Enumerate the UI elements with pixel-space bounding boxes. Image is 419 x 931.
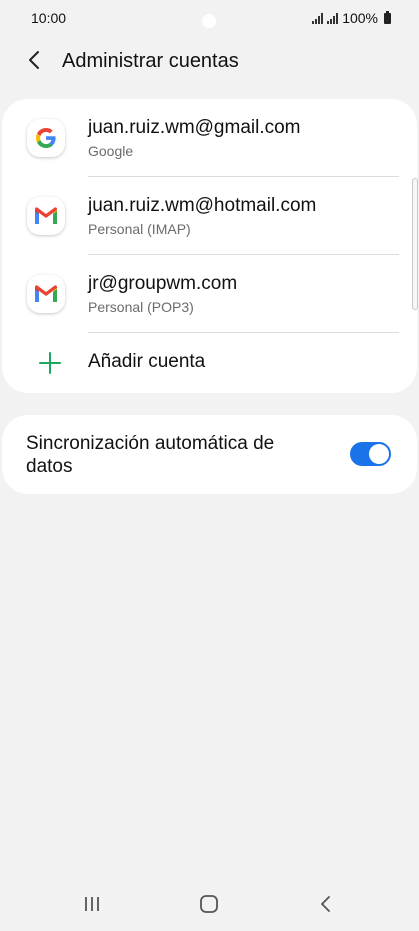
page-title: Administrar cuentas: [62, 50, 239, 72]
home-icon: [200, 895, 218, 913]
auto-sync-toggle[interactable]: [350, 442, 391, 466]
google-icon: [27, 119, 65, 157]
home-button[interactable]: [189, 890, 229, 918]
signal-icon: [327, 12, 339, 24]
account-type: Personal (POP3): [88, 299, 194, 315]
signal-icon: [312, 12, 324, 24]
plus-icon: [39, 352, 61, 374]
account-email: jr@groupwm.com: [88, 273, 238, 294]
account-item-hotmail[interactable]: juan.ruiz.wm@hotmail.com Personal (IMAP): [2, 177, 417, 255]
account-email: juan.ruiz.wm@gmail.com: [88, 117, 301, 138]
recents-button[interactable]: [72, 890, 112, 918]
back-button[interactable]: [20, 46, 48, 74]
add-account-label: Añadir cuenta: [88, 351, 206, 372]
status-icons: 100%: [312, 10, 391, 26]
account-type: Personal (IMAP): [88, 221, 191, 237]
toggle-knob: [369, 444, 389, 464]
camera-cutout: [202, 14, 216, 28]
sync-card: Sincronización automática de datos: [2, 415, 417, 494]
back-icon: [321, 896, 330, 912]
account-item-groupwm[interactable]: jr@groupwm.com Personal (POP3): [2, 255, 417, 333]
account-item-gmail[interactable]: juan.ruiz.wm@gmail.com Google: [2, 99, 417, 177]
recents-icon: [85, 897, 99, 911]
status-time: 10:00: [31, 10, 67, 26]
auto-sync-label: Sincronización automática de datos: [26, 433, 275, 477]
accounts-card: juan.ruiz.wm@gmail.com Google juan.ruiz.…: [2, 99, 417, 393]
gmail-icon: [27, 275, 65, 313]
navigation-bar: [0, 880, 419, 928]
battery-percent: 100%: [342, 10, 378, 26]
gmail-icon: [27, 197, 65, 235]
account-type: Google: [88, 143, 134, 159]
nav-back-button[interactable]: [306, 890, 346, 918]
add-account-button[interactable]: Añadir cuenta: [2, 333, 417, 393]
chevron-left-icon: [29, 51, 39, 69]
battery-icon: [384, 10, 391, 24]
status-bar: 10:00 100%: [0, 0, 419, 36]
account-email: juan.ruiz.wm@hotmail.com: [88, 195, 317, 216]
scrollbar[interactable]: [412, 178, 418, 310]
app-bar: Administrar cuentas: [0, 40, 419, 82]
